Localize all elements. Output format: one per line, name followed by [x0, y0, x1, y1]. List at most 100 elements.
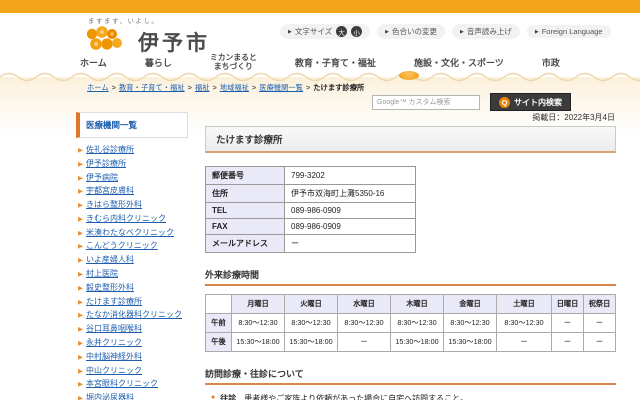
sidebar-link[interactable]: 伊予診療所: [86, 159, 126, 168]
sidebar-link[interactable]: きむら内科クリニック: [86, 214, 166, 223]
utility-item-0[interactable]: ▶ 文字サイズ大小: [280, 24, 371, 39]
breadcrumb-separator-icon: >: [251, 83, 257, 92]
sidebar-link[interactable]: 佐礼谷診療所: [86, 145, 134, 154]
nav-item-shisetsu-bunka-sports[interactable]: 施設・文化・スポーツ: [414, 58, 504, 68]
hours-cell: 15:30～18:00: [284, 332, 338, 352]
sidebar-link[interactable]: 永井クリニック: [86, 338, 142, 347]
sidebar-link[interactable]: たなか消化器科クリニック: [86, 310, 182, 319]
sidebar-link[interactable]: 宇都宮皮膚科: [86, 186, 134, 195]
site-search: Q サイト内検索: [372, 93, 571, 111]
sidebar-link[interactable]: 谷口耳鼻咽喉科: [86, 324, 142, 333]
hours-cell: 8:30～12:30: [496, 313, 552, 333]
sidebar-link[interactable]: いよ産婦人科: [86, 255, 134, 264]
breadcrumb-link[interactable]: 地域福祉: [220, 83, 249, 92]
sidebar-list-item: ▶ 谷口耳鼻咽喉科: [78, 324, 188, 333]
visit-note-term: 往診: [220, 394, 237, 400]
utility-label: Foreign Language: [541, 27, 603, 36]
breadcrumb-separator-icon: >: [111, 83, 116, 92]
hours-cell: 15:30～18:00: [231, 332, 285, 352]
arrow-icon: ▶: [534, 28, 539, 35]
hours-cell: 15:30～18:00: [390, 332, 444, 352]
utility-item-1[interactable]: ▶ 色合いの変更: [377, 24, 445, 39]
sidebar-list-item: ▶ 堀内泌尿器科: [78, 393, 188, 400]
sidebar-list-item: ▶ 村上医院: [78, 269, 188, 278]
visit-note-text: 往診…患者様やご家族より依頼があった場合に自宅へ訪問すること。: [220, 393, 468, 400]
page-title: たけます診療所: [205, 126, 616, 153]
font-size-button-大[interactable]: 大: [336, 26, 348, 37]
sidebar: 医療機関一覧 ▶ 佐礼谷診療所 ▶ 伊予診療所 ▶ 伊予病院 ▶ 宇都宮皮膚科 ▶ きはら整形外科…: [76, 112, 188, 400]
sidebar-link[interactable]: 米湊わたなべクリニック: [86, 228, 174, 237]
wave-divider: [0, 72, 640, 82]
arrow-bullet-icon: ▶: [78, 353, 83, 361]
breadcrumb-link[interactable]: 福祉: [195, 83, 210, 92]
info-row: TEL 089-986-0909: [205, 202, 416, 219]
breadcrumb-link[interactable]: 医療機関一覧: [259, 83, 303, 92]
page: ますます、いよし。 伊予市 ▶ 文字サイズ大小 ▶ 色合いの変更 ▶ 音声読み上げ ▶ For…: [0, 0, 640, 400]
sidebar-link[interactable]: 中村脳神経外科: [86, 352, 142, 361]
sidebar-link[interactable]: 堀内泌尿器科: [86, 393, 134, 400]
hours-day-header: 月曜日: [231, 294, 285, 314]
arrow-bullet-icon: ▶: [78, 339, 83, 347]
arrow-bullet-icon: ▶: [78, 147, 83, 154]
sidebar-link[interactable]: 伊予病院: [86, 173, 118, 182]
nav-item-home[interactable]: ホーム: [80, 58, 107, 68]
sidebar-link[interactable]: こんどうクリニック: [86, 241, 158, 250]
sidebar-link[interactable]: たけます診療所: [86, 297, 142, 306]
hours-cell: 8:30～12:30: [231, 313, 285, 333]
utility-item-3[interactable]: ▶ Foreign Language: [526, 25, 611, 38]
hours-cell: 15:30～18:00: [443, 332, 497, 352]
main-content: たけます診療所 郵便番号 799-3202 住所 伊予市双海町上灘5350-16 TEL…: [205, 126, 616, 400]
site-logo[interactable]: ますます、いよし。 伊予市: [86, 15, 210, 57]
hours-row-label: 午前: [205, 313, 232, 333]
visit-notes: ●往診…患者様やご家族より依頼があった場合に自宅へ訪問すること。●訪問診療…医師…: [211, 393, 616, 400]
sidebar-link[interactable]: 毅史整形外科: [86, 283, 134, 292]
arrow-bullet-icon: ▶: [78, 271, 83, 279]
nav-item-label: 施設・文化・スポーツ: [413, 57, 504, 68]
site-title: 伊予市: [138, 31, 210, 55]
breadcrumb-link[interactable]: 教育・子育て・福祉: [119, 83, 185, 92]
sidebar-link[interactable]: 本宮眼科クリニック: [86, 379, 158, 388]
info-value: 伊予市双海町上灘5350-16: [284, 184, 416, 203]
site-tagline: ますます、いよし。: [88, 18, 160, 25]
arrow-bullet-icon: ▶: [78, 188, 83, 196]
info-row: 住所 伊予市双海町上灘5350-16: [205, 184, 416, 203]
utility-label: 文字サイズ: [294, 27, 333, 36]
utility-item-2[interactable]: ▶ 音声読み上げ: [452, 24, 520, 39]
info-value: 089-986-0909: [284, 202, 416, 219]
nav-item-kurashi[interactable]: 暮らし: [145, 58, 172, 68]
nav-item-label: 教育・子育て・福祉: [294, 57, 376, 68]
nav-item-shisei[interactable]: 市政: [542, 58, 560, 68]
hours-row-label: 午後: [205, 332, 232, 352]
sidebar-list-item: ▶ こんどうクリニック: [78, 241, 188, 250]
nav-item-kyoiku-kosodate-fukushi[interactable]: 教育・子育て・福祉: [295, 58, 376, 68]
arrow-bullet-icon: ▶: [78, 229, 83, 237]
arrow-bullet-icon: ▶: [78, 284, 83, 292]
font-size-button-小[interactable]: 小: [351, 26, 363, 37]
hours-header-row: 月曜日 火曜日 水曜日 木曜日 金曜日 土曜日 日曜日 祝祭日: [205, 294, 616, 314]
sidebar-link[interactable]: 中山クリニック: [86, 366, 142, 375]
hours-cell: 8:30～12:30: [443, 313, 497, 333]
hours-cell: ー: [551, 332, 584, 352]
sidebar-list-item: ▶ 中村脳神経外科: [78, 352, 188, 361]
arrow-icon: ▶: [385, 28, 389, 35]
sidebar-list-item: ▶ 本宮眼科クリニック: [78, 379, 188, 388]
sidebar-link[interactable]: きはら整形外科: [86, 200, 142, 209]
breadcrumb-link[interactable]: ホーム: [87, 83, 109, 92]
nav-item-label: 暮らし: [144, 57, 172, 68]
arrow-bullet-icon: ▶: [78, 160, 83, 168]
sidebar-link[interactable]: 村上医院: [86, 269, 118, 278]
info-row: メールアドレスー: [205, 234, 416, 253]
arrow-bullet-icon: ▶: [78, 202, 83, 210]
medical-institution-list: ▶ 佐礼谷診療所 ▶ 伊予診療所 ▶ 伊予病院 ▶ 宇都宮皮膚科 ▶ きはら整形外科 ▶ きむら内科ク…: [76, 145, 188, 400]
info-value: 089-986-0909: [284, 218, 416, 235]
hours-cell: ー: [496, 332, 552, 352]
breadcrumb-separator-icon: >: [212, 83, 217, 92]
hours-day-header: 土曜日: [496, 294, 552, 314]
arrow-bullet-icon: ▶: [78, 381, 83, 389]
breadcrumb: ホーム > 教育・子育て・福祉 > 福祉 > 地域福祉 > 医療機関一覧 > たけます診療所: [86, 83, 364, 93]
search-button[interactable]: Q サイト内検索: [490, 93, 571, 111]
search-input[interactable]: [372, 94, 480, 110]
hours-cell: ー: [551, 313, 584, 333]
hours-cell: 8:30～12:30: [390, 313, 444, 333]
hours-day-header: 日曜日: [551, 294, 584, 314]
